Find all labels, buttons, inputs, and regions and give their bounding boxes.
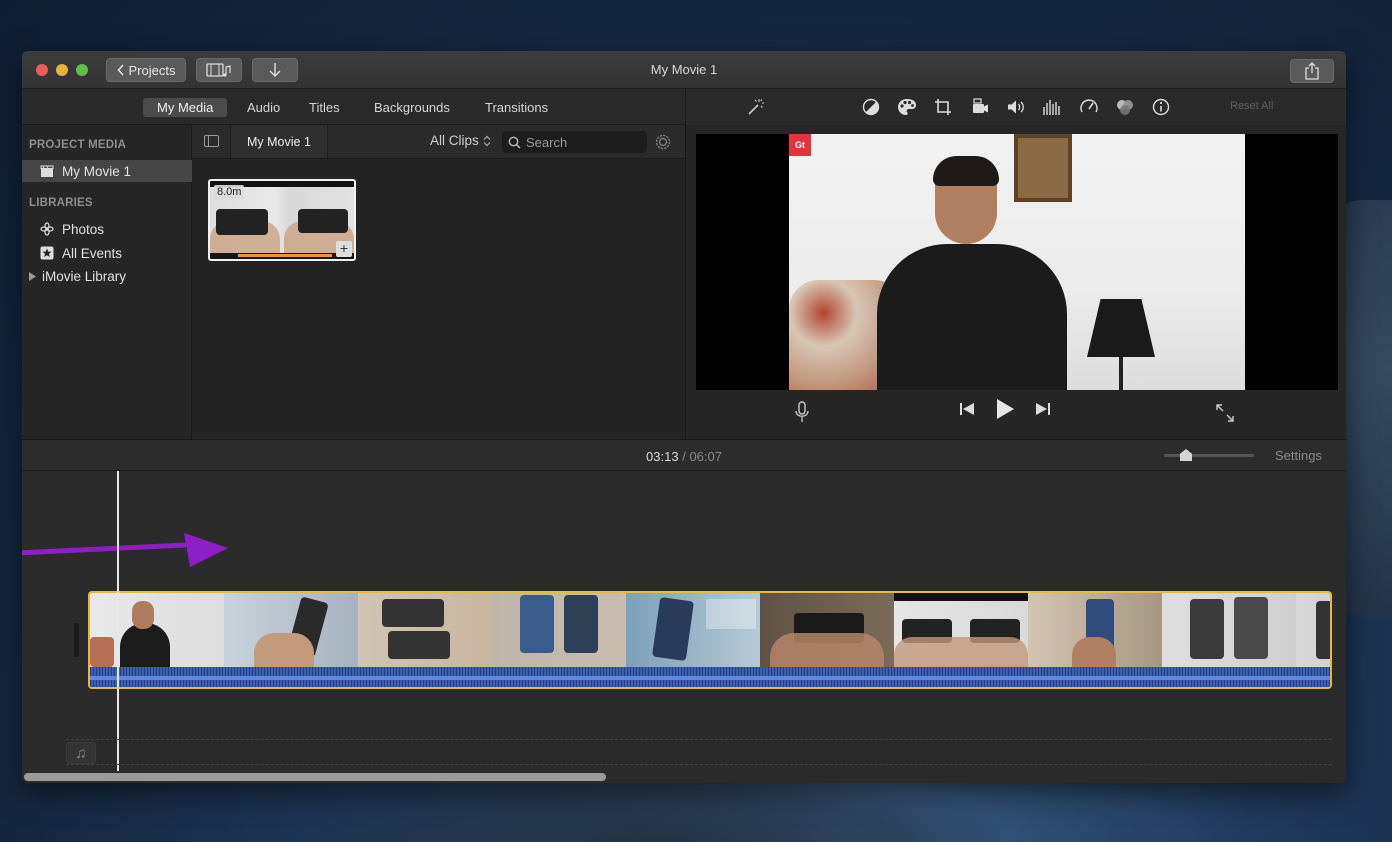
playhead[interactable]	[117, 471, 119, 771]
video-lamp-shade	[1087, 299, 1155, 357]
audio-waveform	[90, 667, 1330, 687]
color-palette-icon[interactable]	[897, 97, 917, 117]
timeline-settings-button[interactable]: Settings	[1275, 448, 1322, 463]
tab-backgrounds[interactable]: Backgrounds	[360, 98, 464, 117]
browser-tabs: My Media Audio Titles Backgrounds Transi…	[22, 89, 685, 125]
filmstrip-frame	[492, 593, 626, 667]
title-bar: Projects My Movie 1	[22, 51, 1346, 89]
video-lamp-stand	[1119, 357, 1123, 390]
clapperboard-icon	[40, 164, 54, 178]
timeline-horizontal-scrollbar[interactable]	[24, 773, 606, 781]
filmstrip-frame	[894, 593, 1028, 667]
filter-icon[interactable]	[1115, 97, 1135, 117]
speed-icon[interactable]	[1079, 97, 1099, 117]
magic-wand-icon[interactable]	[745, 97, 765, 117]
viewer: Gt	[685, 125, 1346, 439]
media-clip-thumbnail[interactable]: 8.0m +	[208, 179, 356, 261]
fullscreen-icon[interactable]	[1215, 403, 1235, 423]
channel-logo: Gt	[789, 134, 811, 156]
share-button[interactable]	[1290, 59, 1334, 83]
media-browser: 8.0m +	[192, 159, 685, 439]
clip-filmstrip	[90, 593, 1330, 667]
skip-back-icon[interactable]	[956, 398, 978, 420]
video-person-body	[877, 244, 1067, 390]
search-input[interactable]	[526, 134, 636, 150]
info-icon[interactable]	[1151, 97, 1171, 117]
filmstrip-frame	[358, 593, 492, 667]
libraries-heading: LIBRARIES	[29, 197, 93, 209]
voiceover-mic-icon[interactable]	[793, 401, 811, 423]
video-wall-painting	[1014, 134, 1072, 202]
project-media-heading: PROJECT MEDIA	[29, 139, 127, 151]
filmstrip-frame	[626, 593, 760, 667]
clip-used-range	[238, 254, 332, 257]
video-frame-image: Gt	[789, 134, 1245, 390]
search-field[interactable]	[502, 131, 647, 153]
imovie-window: Projects My Movie 1 My Media Audio Title…	[22, 51, 1346, 783]
filmstrip-frame	[90, 593, 224, 667]
libraries-sidebar: PROJECT MEDIA My Movie 1 LIBRARIES Photo…	[22, 125, 192, 439]
sidebar-item-my-movie[interactable]: My Movie 1	[22, 160, 192, 182]
stabilization-camera-icon[interactable]	[970, 97, 990, 117]
playback-controls	[956, 398, 1054, 420]
filmstrip-frame	[1028, 593, 1162, 667]
timeline-header: 03:13 / 06:07 Settings	[22, 439, 1346, 471]
search-icon	[508, 136, 521, 149]
timecode-display: 03:13 / 06:07	[22, 449, 1346, 464]
tab-my-media[interactable]: My Media	[143, 98, 228, 117]
star-icon	[40, 246, 54, 260]
current-time: 03:13	[646, 449, 679, 464]
clips-filter-label: All Clips	[430, 133, 479, 148]
reset-all-button[interactable]: Reset All	[1230, 100, 1273, 112]
clip-image-phone-right	[298, 209, 348, 233]
clip-image-phone-left	[216, 209, 268, 235]
filmstrip-frame	[760, 593, 894, 667]
filmstrip-frame	[1162, 593, 1296, 667]
music-track[interactable]: ♫	[66, 739, 1332, 765]
color-balance-icon[interactable]	[861, 97, 881, 117]
video-preview: Gt	[696, 134, 1338, 390]
window-title: My Movie 1	[650, 62, 718, 77]
gear-icon[interactable]	[654, 133, 672, 151]
timeline-zoom-slider[interactable]	[1164, 449, 1254, 461]
clips-filter-select[interactable]: All Clips	[430, 133, 491, 148]
time-separator: /	[682, 449, 686, 464]
filmstrip-frame	[224, 593, 358, 667]
sidebar-item-label: Photos	[62, 221, 105, 237]
clip-duration-badge: 8.0m	[214, 185, 245, 199]
annotation-arrow	[22, 531, 236, 571]
photos-icon	[40, 222, 54, 236]
track-handle[interactable]	[74, 623, 79, 657]
adjustments-toolbar: Reset All	[685, 89, 1346, 125]
sidebar-item-imovie-library[interactable]: iMovie Library	[22, 265, 192, 287]
video-person-hair	[933, 156, 999, 186]
equalizer-icon[interactable]	[1042, 97, 1062, 117]
music-note-icon: ♫	[66, 742, 96, 764]
media-browser-toolbar: My Movie 1 All Clips	[192, 125, 685, 159]
tab-titles[interactable]: Titles	[295, 98, 354, 117]
sidebar-item-label: My Movie 1	[62, 163, 132, 179]
add-to-project-button[interactable]: +	[336, 241, 352, 257]
timeline-clip[interactable]	[88, 591, 1332, 689]
crop-icon[interactable]	[933, 97, 953, 117]
sidebar-item-all-events[interactable]: All Events	[22, 242, 192, 264]
share-icon	[1304, 62, 1320, 80]
sidebar-item-label: iMovie Library	[42, 268, 127, 284]
timeline[interactable]: ♫	[22, 471, 1346, 783]
sidebar-item-label: All Events	[62, 245, 123, 261]
tab-audio[interactable]: Audio	[233, 98, 294, 117]
tab-transitions[interactable]: Transitions	[471, 98, 562, 117]
filmstrip-frame	[1296, 593, 1330, 667]
volume-icon[interactable]	[1006, 97, 1026, 117]
play-icon[interactable]	[994, 398, 1016, 420]
total-time: 06:07	[689, 449, 722, 464]
up-down-chevron-icon	[483, 135, 491, 147]
sidebar-item-photos[interactable]: Photos	[22, 218, 192, 240]
sidebar-toggle-icon[interactable]	[204, 135, 219, 147]
skip-forward-icon[interactable]	[1032, 398, 1054, 420]
media-breadcrumb: My Movie 1	[230, 125, 328, 158]
disclosure-triangle-icon[interactable]	[28, 269, 36, 283]
